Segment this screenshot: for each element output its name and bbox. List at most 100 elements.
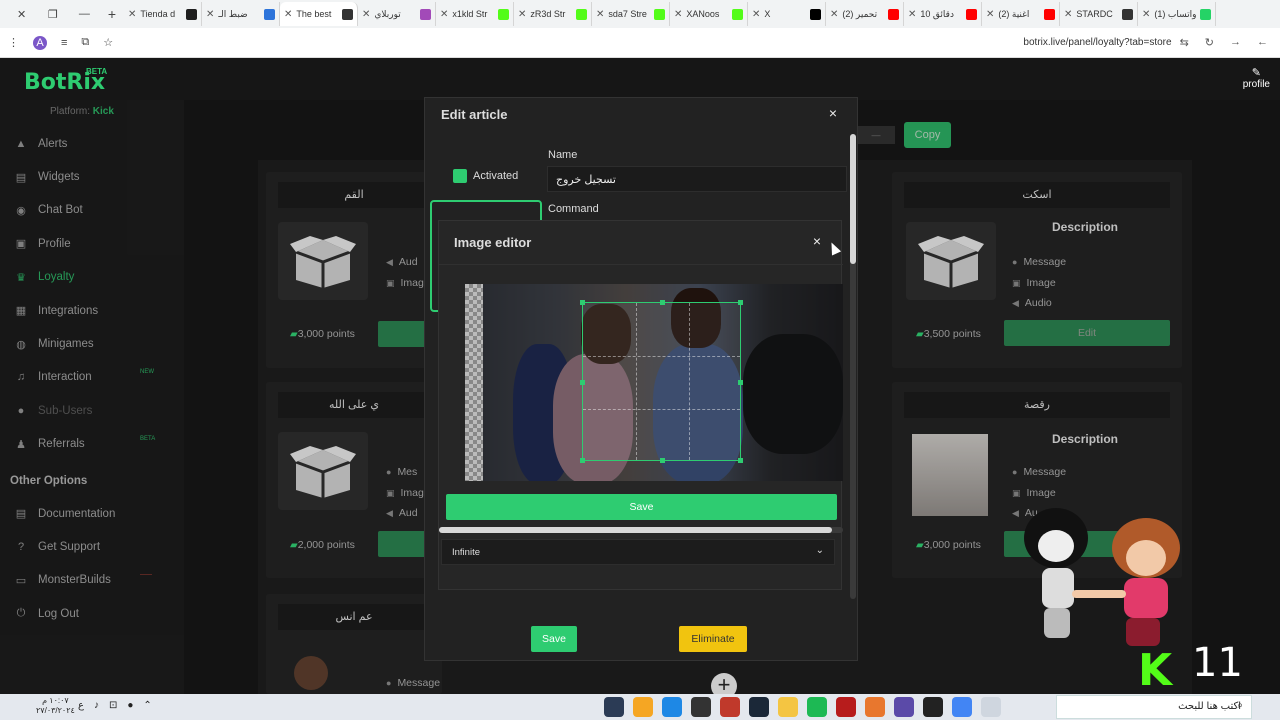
spotify-icon[interactable] [807, 697, 827, 717]
crop-handle[interactable] [580, 380, 585, 385]
close-tab-icon[interactable]: ✕ [1142, 9, 1150, 20]
sidebar-item-alerts[interactable]: ▲ Alerts [0, 127, 184, 160]
close-tab-icon[interactable]: ✕ [752, 9, 760, 20]
browser-tab[interactable]: ✕ X [748, 2, 826, 26]
close-tab-icon[interactable]: ✕ [908, 9, 916, 20]
save-button[interactable]: Save [531, 626, 577, 652]
browser-tab[interactable]: ✕ (2) اغنية [982, 2, 1060, 26]
sidebar-item-interaction[interactable]: ♫ Interaction NEW [0, 361, 184, 394]
browser-tab[interactable]: ✕ (1) واتساب [1138, 2, 1216, 26]
browser-tab[interactable]: ✕ The best [280, 2, 358, 26]
crop-area[interactable] [465, 284, 843, 481]
eliminate-button[interactable]: Eliminate [679, 626, 747, 652]
sidebar-item-integrations[interactable]: ▦ Integrations [0, 294, 184, 327]
task-view-icon[interactable] [981, 697, 1001, 717]
app-icon[interactable] [691, 697, 711, 717]
network-icon[interactable]: ⊡ [109, 700, 117, 711]
restore-window-icon[interactable]: ❐ [42, 8, 64, 21]
extensions-icon[interactable]: ⧉ [81, 36, 89, 49]
browser-tab[interactable]: ✕ zR3d Str [514, 2, 592, 26]
crop-handle[interactable] [738, 380, 743, 385]
forward-icon[interactable]: → [1230, 36, 1241, 49]
browser-tab[interactable]: ✕ XANoos [670, 2, 748, 26]
profile-button[interactable]: ✎ profile [1243, 66, 1270, 90]
close-tab-icon[interactable]: ✕ [518, 9, 526, 20]
account-avatar[interactable]: A [33, 35, 47, 50]
close-tab-icon[interactable]: ✕ [206, 9, 214, 20]
browser-tab[interactable]: ✕ sda7 Stre [592, 2, 670, 26]
steam-icon[interactable] [749, 697, 769, 717]
close-icon[interactable]: × [813, 233, 821, 249]
sidebar-item-log-out[interactable]: ⏻ Log Out [0, 597, 184, 630]
checkbox-checked-icon[interactable] [453, 169, 467, 183]
new-tab-button[interactable]: + [100, 6, 124, 22]
sidebar-item-documentation[interactable]: ▤ Documentation [0, 497, 184, 530]
edge-icon[interactable] [662, 697, 682, 717]
crop-handle[interactable] [580, 300, 585, 305]
close-tab-icon[interactable]: ✕ [362, 9, 370, 20]
sidebar-item-widgets[interactable]: ▤ Widgets [0, 160, 184, 193]
horizontal-scrollbar[interactable] [439, 527, 843, 533]
language-indicator[interactable]: ع [78, 700, 84, 711]
close-tab-icon[interactable]: ✕ [440, 9, 448, 20]
sidebar-item-sub-users[interactable]: ● Sub-Users [0, 394, 184, 427]
microphone-icon[interactable]: ● [127, 700, 133, 711]
image-editor-save-button[interactable]: Save [446, 494, 837, 520]
crop-handle[interactable] [580, 458, 585, 463]
close-tab-icon[interactable]: ✕ [674, 9, 682, 20]
close-tab-icon[interactable]: ✕ [596, 9, 604, 20]
link-field[interactable]: — [857, 126, 895, 144]
folder-icon[interactable] [778, 697, 798, 717]
crop-selection[interactable] [580, 300, 743, 463]
taskbar-clock[interactable]: ١٠:٠٧ م ٢٧/٠٣/٢٠٢٤ [36, 696, 75, 716]
sidebar-item-monsterbuilds[interactable]: ▭ MonsterBuilds —— [0, 564, 184, 597]
chrome-icon[interactable] [952, 697, 972, 717]
sidebar-item-referrals[interactable]: ♟ Referrals BETA [0, 428, 184, 461]
close-icon[interactable]: × [829, 105, 837, 121]
close-tab-icon[interactable]: ✕ [986, 9, 994, 20]
name-input[interactable]: تسجيل خروج [547, 166, 847, 192]
browser-tab[interactable]: ✕ ضبط الـ [202, 2, 280, 26]
taskbar-search[interactable]: اكتب هنا للبحث ⌕ [1056, 695, 1252, 719]
reload-icon[interactable]: ↻ [1205, 36, 1214, 49]
close-tab-icon[interactable]: ✕ [1064, 9, 1072, 20]
epic-games-icon[interactable] [923, 697, 943, 717]
url-field[interactable]: botrix.live/panel/loyalty?tab=store [1023, 37, 1171, 48]
edit-button[interactable]: Edit [1004, 320, 1170, 346]
app-icon[interactable] [865, 697, 885, 717]
media-control-icon[interactable]: ≡ [61, 37, 67, 49]
crop-handle[interactable] [738, 300, 743, 305]
duration-select[interactable]: Infinite ⌄ [441, 539, 835, 565]
more-menu-icon[interactable]: ⋮ [8, 36, 19, 49]
app-icon[interactable] [604, 697, 624, 717]
close-tab-icon[interactable]: ✕ [284, 9, 292, 20]
sidebar-item-loyalty[interactable]: ♛ Loyalty [0, 261, 184, 294]
back-icon[interactable]: ← [1257, 36, 1268, 49]
sidebar-item-profile[interactable]: ▣ Profile [0, 227, 184, 260]
crop-handle[interactable] [738, 458, 743, 463]
activated-toggle[interactable]: Activated [453, 169, 518, 183]
crop-handle[interactable] [660, 300, 665, 305]
browser-tab[interactable]: ✕ 10 دقائق [904, 2, 982, 26]
site-settings-icon[interactable]: ⇆ [1180, 36, 1189, 49]
browser-tab[interactable]: ✕ STARDC [1060, 2, 1138, 26]
browser-tab[interactable]: ✕ x1kld Str [436, 2, 514, 26]
browser-tab[interactable]: ✕ (2) تحمير [826, 2, 904, 26]
browser-tab[interactable]: ✕ Tienda d [124, 2, 202, 26]
app-icon[interactable] [720, 697, 740, 717]
app-icon[interactable] [836, 697, 856, 717]
close-window-icon[interactable]: ✕ [11, 8, 33, 21]
crop-handle[interactable] [660, 458, 665, 463]
sidebar-item-minigames[interactable]: ◍ Minigames [0, 327, 184, 360]
sidebar-item-chat-bot[interactable]: ◉ Chat Bot [0, 194, 184, 227]
close-tab-icon[interactable]: ✕ [128, 9, 136, 20]
scrollbar-thumb[interactable] [439, 527, 832, 533]
minimize-window-icon[interactable]: — [73, 8, 95, 21]
obs-icon[interactable] [894, 697, 914, 717]
app-icon[interactable] [633, 697, 653, 717]
copy-button[interactable]: Copy [904, 122, 951, 148]
modal-scrollbar[interactable] [850, 134, 856, 599]
browser-tab[interactable]: ✕ توربلاي [358, 2, 436, 26]
close-tab-icon[interactable]: ✕ [830, 9, 838, 20]
sidebar-item-get-support[interactable]: ? Get Support [0, 530, 184, 563]
